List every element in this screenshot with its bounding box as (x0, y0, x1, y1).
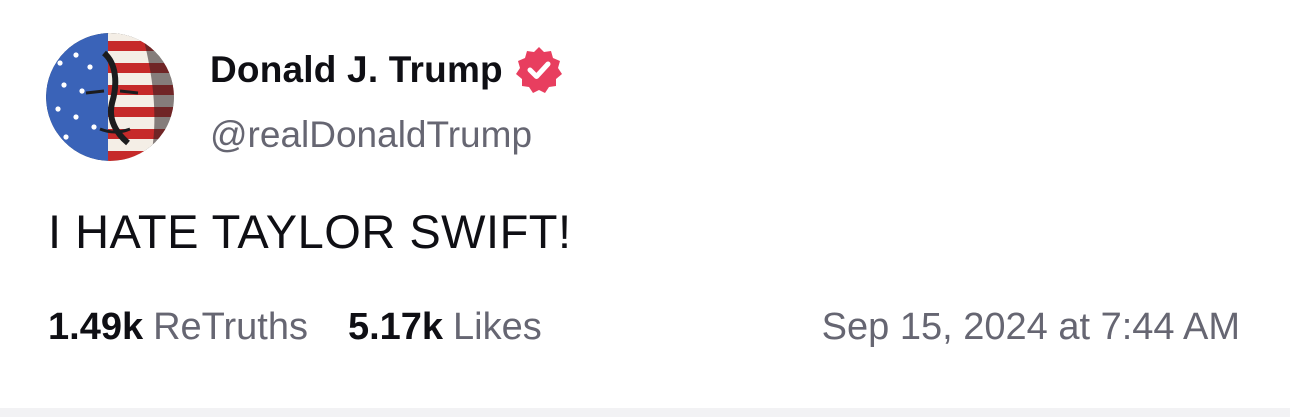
post-timestamp[interactable]: Sep 15, 2024 at 7:44 AM (822, 306, 1240, 349)
post-text: I HATE TAYLOR SWIFT! (48, 205, 572, 258)
divider (0, 408, 1290, 417)
retruths-label: ReTruths (153, 306, 308, 348)
post-stats: 1.49k ReTruths 5.17k Likes (48, 306, 542, 349)
retruths-count: 1.49k (48, 306, 144, 348)
post-card: Donald J. Trump @realDonaldTrump I HATE … (0, 0, 1290, 408)
retruths-stat[interactable]: 1.49k ReTruths (48, 306, 308, 349)
likes-stat[interactable]: 5.17k Likes (348, 306, 542, 349)
author-name-row: Donald J. Trump (210, 44, 565, 96)
likes-count: 5.17k (347, 306, 444, 348)
avatar-image (46, 33, 174, 161)
author-handle[interactable]: @realDonaldTrump (210, 114, 532, 156)
avatar[interactable] (46, 33, 174, 161)
verified-badge-icon (513, 44, 565, 96)
display-name[interactable]: Donald J. Trump (210, 49, 503, 91)
likes-label: Likes (453, 306, 542, 348)
